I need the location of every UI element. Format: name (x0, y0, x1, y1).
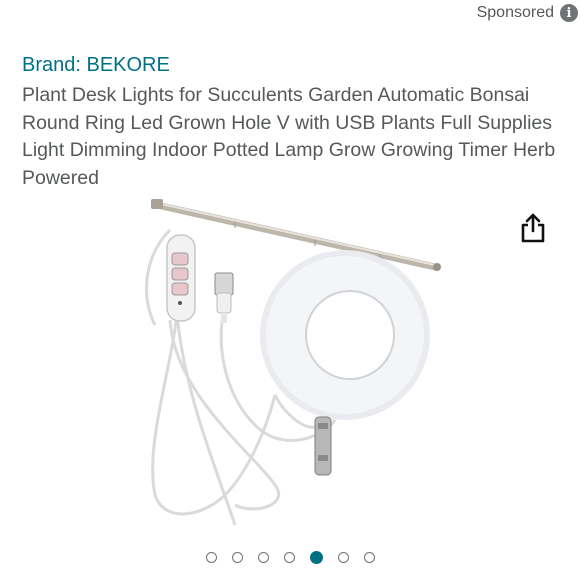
carousel-dot[interactable] (363, 552, 375, 563)
remote-controller (166, 234, 196, 322)
share-button[interactable] (516, 210, 550, 246)
info-icon[interactable]: i (560, 4, 578, 22)
carousel-dot[interactable] (283, 552, 295, 563)
carousel-dot[interactable] (205, 552, 217, 563)
sponsored-label-group[interactable]: Sponsored i (477, 4, 578, 22)
carousel-dot[interactable] (309, 551, 323, 564)
carousel-dot[interactable] (257, 552, 269, 563)
carousel-dot[interactable] (231, 552, 243, 563)
image-carousel-dots[interactable] (0, 551, 580, 564)
share-icon (521, 213, 545, 243)
brand-link[interactable]: Brand: BEKORE (22, 54, 170, 77)
product-image[interactable] (115, 195, 465, 535)
sponsored-label: Sponsored (476, 4, 554, 21)
product-title: Plant Desk Lights for Succulents Garden … (22, 84, 556, 189)
carousel-dot[interactable] (337, 552, 349, 563)
metal-connector (314, 416, 332, 476)
usb-plug (214, 272, 234, 323)
ring-light (260, 250, 430, 420)
